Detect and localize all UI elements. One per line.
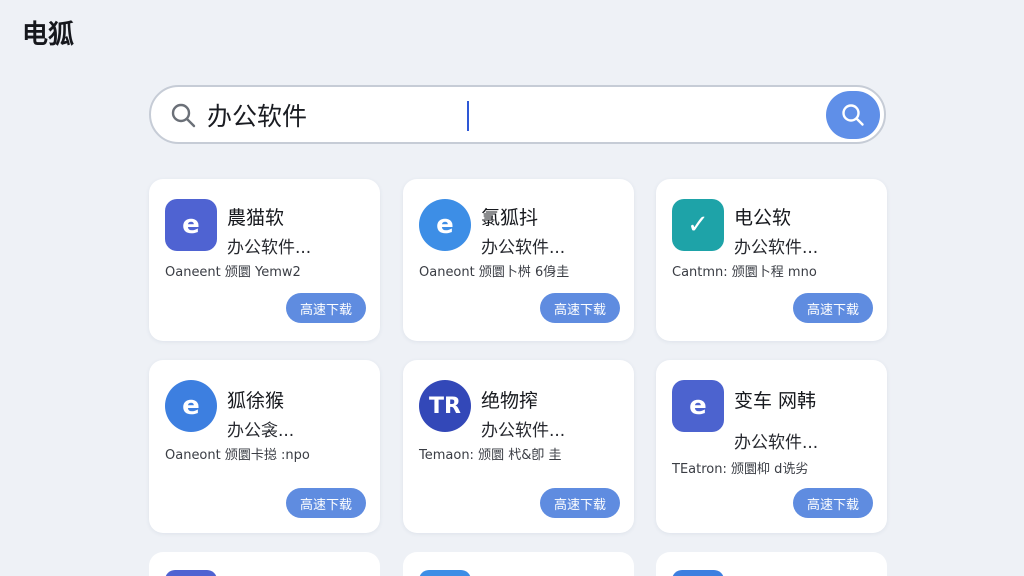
app-icon: TR (419, 380, 471, 432)
app-title: 狐徐猴 (227, 390, 285, 412)
app-meta: TEatron: 颁圜枊 d诜劣 (672, 462, 809, 477)
app-icon: e (165, 380, 217, 432)
search-bar[interactable] (149, 85, 886, 144)
app-subtitle: 办公软件... (227, 238, 312, 258)
app-title: 氯狐抖 (481, 207, 539, 229)
download-button[interactable]: 高速下载 (286, 488, 366, 518)
app-icon: e (419, 199, 471, 251)
download-button[interactable]: 高速下载 (540, 488, 620, 518)
app-meta: Cantmn: 颁圜卜程 mno (672, 265, 817, 280)
app-card[interactable]: ✓ 电公软 办公软件... Cantmn: 颁圜卜程 mno 高速下载 (656, 179, 887, 341)
download-button[interactable]: 高速下载 (793, 293, 873, 323)
search-icon (842, 104, 864, 126)
app-meta: Temaon: 颁圜 杙&卽 圭 (419, 448, 562, 463)
text-caret (467, 101, 469, 131)
app-subtitle: 办公衾... (227, 421, 295, 441)
app-card[interactable]: e 变车 网韩 办公软件... TEatron: 颁圜枊 d诜劣 高速下载 (656, 360, 887, 533)
app-card[interactable]: e 狐徐猴 办公衾... Oaneont 颁圜卡搃 :npo 高速下载 (149, 360, 380, 533)
app-card[interactable]: e 農猫软 办公软件... Oaneent 颁圜 Yemw2 高速下载 (149, 179, 380, 341)
app-title: 变车 网韩 (734, 390, 817, 412)
app-subtitle: 办公软件... (481, 421, 566, 441)
search-input[interactable] (207, 95, 807, 135)
app-subtitle: 办公软件... (481, 238, 566, 258)
app-icon: e (672, 380, 724, 432)
app-icon (165, 570, 217, 576)
download-button[interactable]: 高速下载 (793, 488, 873, 518)
app-card[interactable]: e 氯狐抖 办公软件... Oaneont 颁圜卜桝 6㑗圭 高速下载 (403, 179, 634, 341)
app-title: 电狐 (22, 20, 75, 50)
app-card[interactable] (403, 552, 634, 576)
app-card[interactable] (656, 552, 887, 576)
app-icon (672, 570, 724, 576)
search-icon (171, 103, 196, 128)
app-meta: Oaneent 颁圜 Yemw2 (165, 265, 301, 280)
app-card[interactable] (149, 552, 380, 576)
app-title: 農猫软 (227, 207, 285, 229)
download-button[interactable]: 高速下载 (286, 293, 366, 323)
app-title: 绝物搾 (481, 390, 539, 412)
search-button[interactable] (826, 91, 880, 139)
app-meta: Oaneont 颁圜卜桝 6㑗圭 (419, 265, 570, 280)
download-button[interactable]: 高速下载 (540, 293, 620, 323)
app-card[interactable]: TR 绝物搾 办公软件... Temaon: 颁圜 杙&卽 圭 高速下载 (403, 360, 634, 533)
app-subtitle: 办公软件... (734, 433, 819, 453)
app-subtitle: 办公软件... (734, 238, 819, 258)
app-icon (419, 570, 471, 576)
app-meta: Oaneont 颁圜卡搃 :npo (165, 448, 310, 463)
app-title: 电公软 (734, 207, 792, 229)
app-icon: e (165, 199, 217, 251)
app-icon: ✓ (672, 199, 724, 251)
